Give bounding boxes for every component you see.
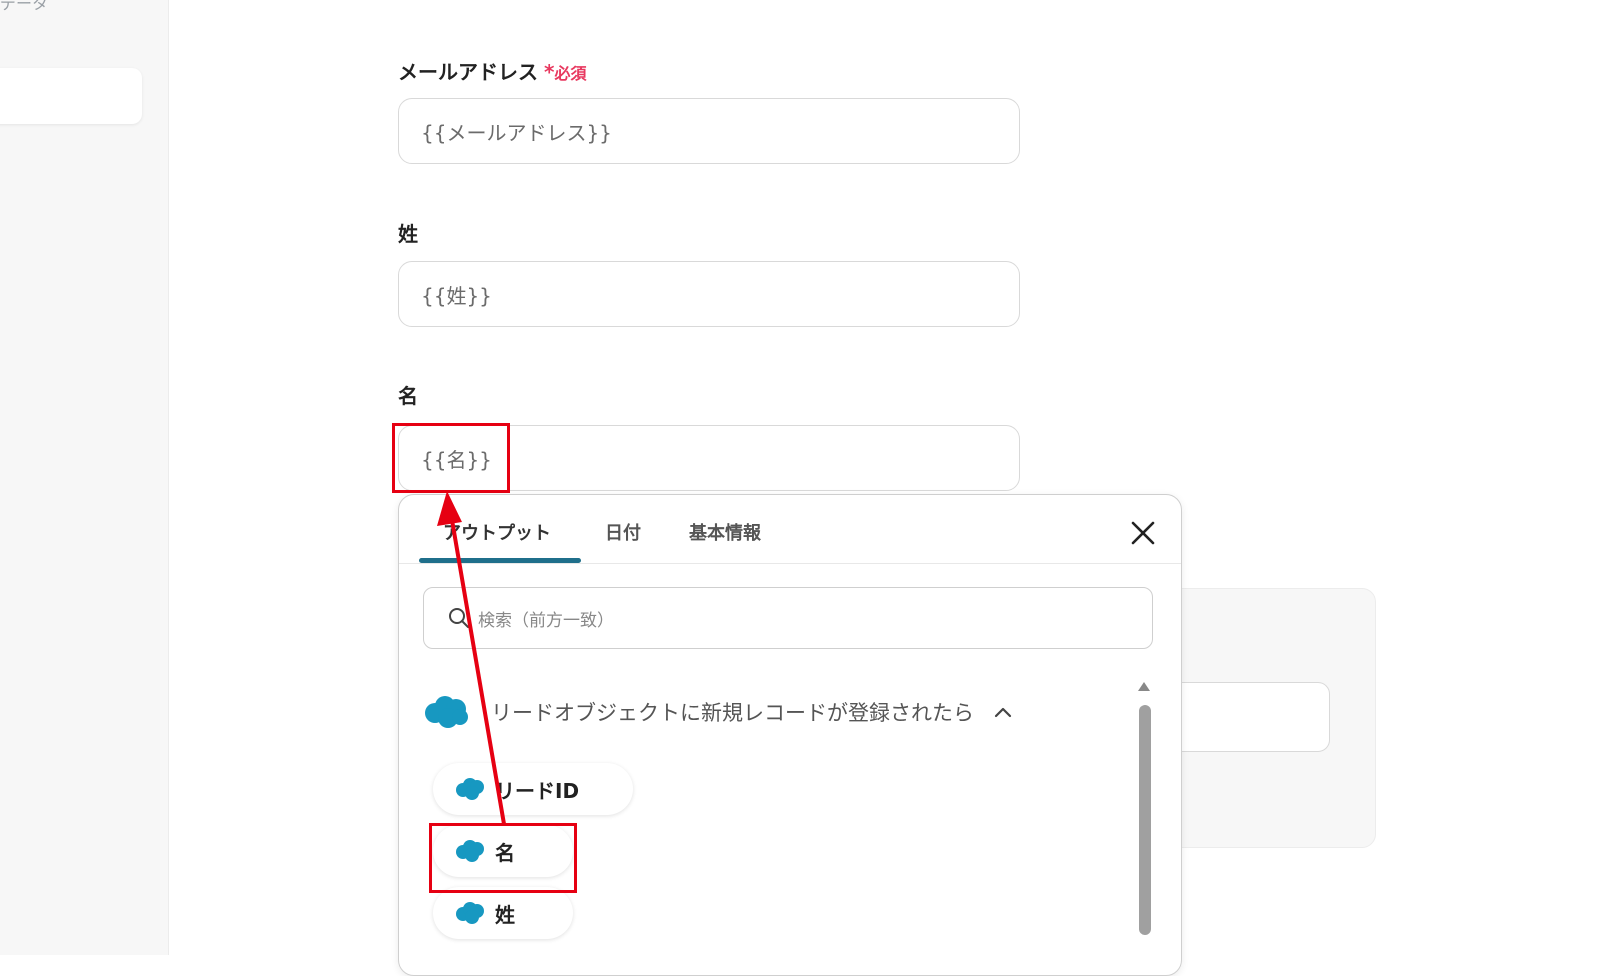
last-name-field[interactable]: {{姓}} bbox=[398, 261, 1020, 327]
tab-date[interactable]: 日付 bbox=[605, 519, 641, 545]
search-placeholder: 検索（前方一致） bbox=[478, 610, 614, 631]
tab-basic-info[interactable]: 基本情報 bbox=[689, 519, 761, 545]
output-item-lead-id[interactable]: リードID bbox=[433, 763, 633, 815]
salesforce-cloud-icon bbox=[456, 778, 484, 800]
search-icon bbox=[449, 608, 469, 628]
background-input[interactable] bbox=[1160, 682, 1330, 752]
last-name-field-label: 姓 bbox=[398, 222, 418, 246]
scrollbar-thumb[interactable] bbox=[1139, 705, 1151, 935]
search-input[interactable]: 検索（前方一致） bbox=[423, 587, 1153, 649]
email-field-label: メールアドレス *必須 bbox=[398, 56, 586, 85]
sidebar: データ bbox=[0, 0, 169, 955]
sidebar-heading: データ bbox=[0, 0, 49, 13]
variable-picker-popup: アウトプット 日付 基本情報 検索（前方一致） リードオブジェクトに新規レコード… bbox=[398, 494, 1182, 976]
required-asterisk: * bbox=[544, 60, 555, 84]
output-item-label: リードID bbox=[495, 778, 580, 803]
chevron-up-icon[interactable] bbox=[994, 706, 1012, 718]
scroll-up-arrow-icon[interactable] bbox=[1137, 681, 1151, 693]
sidebar-item[interactable] bbox=[0, 68, 142, 124]
first-name-highlight bbox=[392, 423, 510, 493]
scrollbar[interactable] bbox=[1137, 675, 1151, 975]
trigger-group-title: リードオブジェクトに新規レコードが登録されたら bbox=[491, 701, 974, 725]
required-badge: 必須 bbox=[554, 64, 587, 83]
salesforce-cloud-icon bbox=[425, 696, 468, 728]
tab-output[interactable]: アウトプット bbox=[443, 519, 551, 545]
email-label-text: メールアドレス bbox=[398, 60, 538, 84]
first-name-field-label: 名 bbox=[398, 384, 418, 408]
popup-tabs: アウトプット 日付 基本情報 bbox=[399, 495, 1181, 564]
output-item-last-name[interactable]: 姓 bbox=[433, 887, 573, 939]
close-button[interactable] bbox=[1125, 515, 1161, 551]
close-icon bbox=[1131, 521, 1155, 545]
salesforce-cloud-icon bbox=[456, 902, 484, 924]
email-field[interactable]: {{メールアドレス}} bbox=[398, 98, 1020, 164]
output-item-label: 姓 bbox=[495, 902, 515, 927]
active-tab-indicator bbox=[419, 558, 581, 563]
trigger-group-header[interactable]: リードオブジェクトに新規レコードが登録されたら bbox=[423, 695, 1012, 729]
output-item-highlight bbox=[429, 823, 577, 893]
